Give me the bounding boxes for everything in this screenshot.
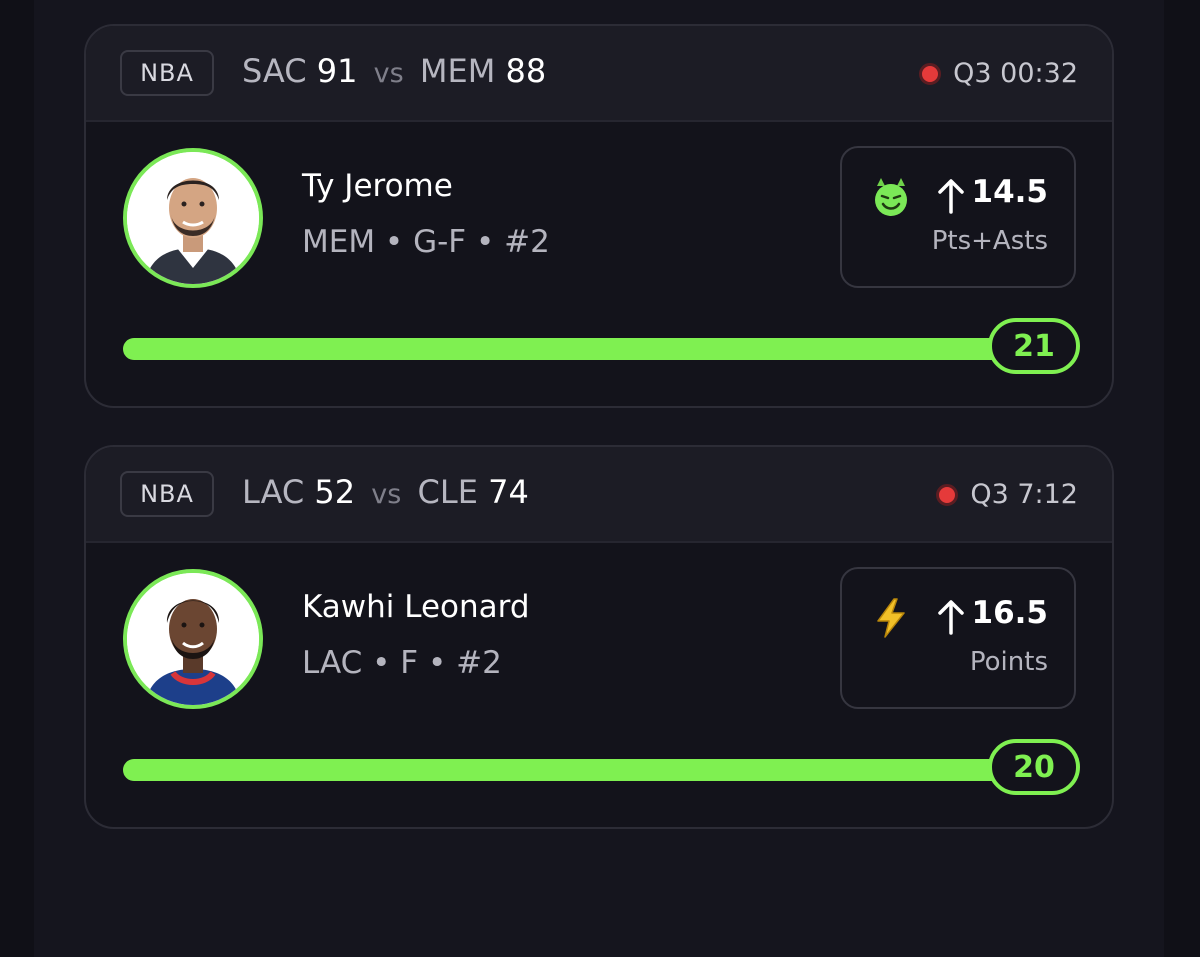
live-indicator-icon [936,483,959,506]
league-badge: NBA [120,471,214,517]
player-name: Ty Jerome [302,168,453,204]
game-clock: Q3 00:32 [953,58,1078,89]
prop-line-value: 16.5 [971,595,1049,631]
team1-abbr: LAC [242,473,305,511]
player-meta: MEM • G-F • #2 [302,224,550,260]
team1-abbr: SAC [242,52,307,90]
team2-abbr: MEM [419,52,496,90]
team2-abbr: CLE [417,473,478,511]
current-stat-badge: 20 [988,739,1080,795]
game-status: Q3 7:12 [936,479,1078,510]
versus-label: vs [371,479,402,510]
pick-card[interactable]: NBA SAC 91 vs MEM 88 Q3 00:32 Ty Jerome … [84,24,1114,408]
lightning-bolt-icon [877,598,905,638]
prop-stat-label: Points [969,647,1048,677]
prop-stat-label: Pts+Asts [931,226,1048,256]
progress-track [123,759,1023,781]
prop-line-value: 14.5 [971,174,1049,210]
progress-track [123,338,1023,360]
matchup-score: LAC 52 vs CLE 74 [242,473,529,511]
progress-fill [123,338,1023,360]
arrow-up-icon [938,600,964,635]
team2-score: 88 [505,52,547,90]
screen-background: NBA SAC 91 vs MEM 88 Q3 00:32 Ty Jerome … [0,0,1200,957]
game-status: Q3 00:32 [919,58,1078,89]
arrow-up-icon [938,179,964,214]
game-clock: Q3 7:12 [970,479,1078,510]
team1-score: 52 [314,473,356,511]
game-header: NBA SAC 91 vs MEM 88 Q3 00:32 [86,26,1112,122]
team2-score: 74 [488,473,529,511]
team1-score: 91 [316,52,358,90]
player-name: Kawhi Leonard [302,589,530,625]
versus-label: vs [373,58,404,89]
progress-fill [123,759,1023,781]
pick-card[interactable]: NBA LAC 52 vs CLE 74 Q3 7:12 Kawhi Leona… [84,445,1114,829]
live-indicator-icon [919,62,942,85]
current-stat-badge: 21 [988,318,1080,374]
player-meta: LAC • F • #2 [302,645,502,681]
game-header: NBA LAC 52 vs CLE 74 Q3 7:12 [86,447,1112,543]
league-badge: NBA [120,50,214,96]
matchup-score: SAC 91 vs MEM 88 [242,52,546,90]
prop-line-box[interactable]: 16.5 Points [840,567,1076,709]
player-avatar [123,569,263,709]
player-avatar [123,148,263,288]
prop-line-box[interactable]: 14.5 Pts+Asts [840,146,1076,288]
smiling-devil-icon [875,178,907,216]
